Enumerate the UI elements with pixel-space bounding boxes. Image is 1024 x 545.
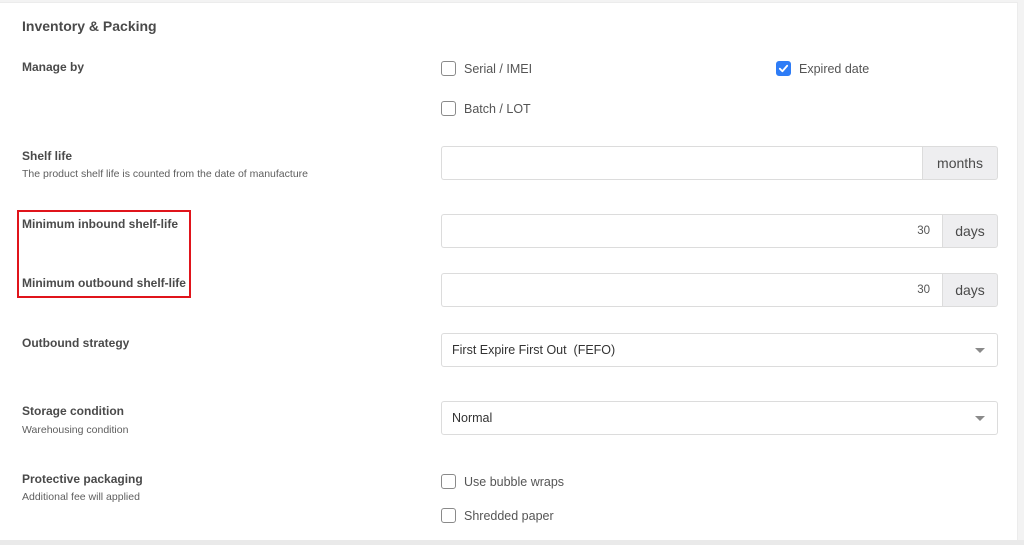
checkbox-checked-icon xyxy=(776,61,791,76)
caret-down-icon xyxy=(975,348,985,353)
shelf-life-input-group: months xyxy=(441,146,998,180)
inventory-packing-card: Inventory & Packing Manage by Serial / I… xyxy=(0,2,1018,541)
shredded-paper-label: Shredded paper xyxy=(464,508,554,523)
outbound-strategy-value: First Expire First Out (FEFO) xyxy=(452,343,616,357)
expired-date-checkbox[interactable]: Expired date xyxy=(776,61,869,76)
min-inbound-label: Minimum inbound shelf-life xyxy=(22,217,178,231)
checkbox-unchecked-icon xyxy=(441,508,456,523)
bubble-wraps-label: Use bubble wraps xyxy=(464,474,565,489)
shelf-life-description: The product shelf life is counted from t… xyxy=(22,168,308,180)
min-inbound-input[interactable]: 30 xyxy=(441,214,942,248)
min-inbound-unit: days xyxy=(942,214,998,248)
serial-imei-label: Serial / IMEI xyxy=(464,61,533,76)
storage-condition-value: Normal xyxy=(452,411,493,425)
serial-imei-checkbox[interactable]: Serial / IMEI xyxy=(441,61,532,76)
min-inbound-input-group: 30 days xyxy=(441,214,998,248)
batch-lot-checkbox[interactable]: Batch / LOT xyxy=(441,101,531,116)
manage-by-label: Manage by xyxy=(22,60,85,74)
min-outbound-input-group: 30 days xyxy=(441,273,998,307)
outbound-strategy-select[interactable]: First Expire First Out (FEFO) xyxy=(441,333,998,367)
expired-date-label: Expired date xyxy=(799,61,870,76)
shredded-paper-checkbox[interactable]: Shredded paper xyxy=(441,508,554,523)
caret-down-icon xyxy=(975,416,985,421)
checkbox-unchecked-icon xyxy=(441,474,456,489)
section-title: Inventory & Packing xyxy=(22,18,157,34)
outbound-strategy-label: Outbound strategy xyxy=(22,336,130,350)
storage-condition-select[interactable]: Normal xyxy=(441,401,998,435)
checkbox-unchecked-icon xyxy=(441,101,456,116)
shelf-life-label: Shelf life xyxy=(22,149,73,163)
batch-lot-label: Batch / LOT xyxy=(464,101,531,116)
protective-packaging-description: Additional fee will applied xyxy=(22,491,140,503)
min-outbound-unit: days xyxy=(942,273,998,307)
protective-packaging-label: Protective packaging xyxy=(22,472,143,486)
min-outbound-input[interactable]: 30 xyxy=(441,273,942,307)
bubble-wraps-checkbox[interactable]: Use bubble wraps xyxy=(441,474,564,489)
storage-condition-description: Warehousing condition xyxy=(22,424,129,436)
shelf-life-unit: months xyxy=(922,146,998,180)
checkbox-unchecked-icon xyxy=(441,61,456,76)
storage-condition-label: Storage condition xyxy=(22,404,124,418)
min-outbound-label: Minimum outbound shelf-life xyxy=(22,276,186,290)
shelf-life-input[interactable] xyxy=(441,146,922,180)
bottom-divider xyxy=(0,540,1024,545)
